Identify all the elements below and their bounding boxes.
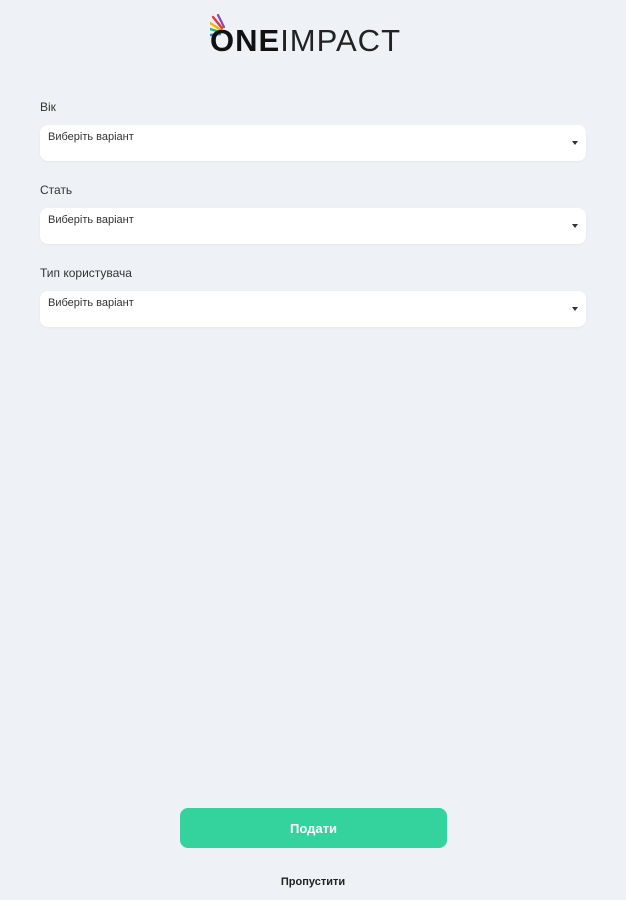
gender-field: Стать Виберіть варіант — [40, 182, 586, 244]
chevron-down-icon — [572, 141, 578, 145]
age-label: Вік — [40, 100, 56, 114]
user-type-label: Тип користувача — [40, 266, 132, 280]
chevron-down-icon — [572, 307, 578, 311]
user-type-field: Тип користувача Виберіть варіант — [40, 265, 586, 327]
user-type-select[interactable]: Виберіть варіант — [40, 291, 586, 327]
gender-select-value: Виберіть варіант — [48, 214, 134, 226]
user-type-select-value: Виберіть варіант — [48, 297, 134, 309]
oneimpact-logo: ONEIMPACT — [210, 14, 410, 60]
submit-button[interactable]: Подати — [180, 808, 447, 848]
gender-select[interactable]: Виберіть варіант — [40, 208, 586, 244]
logo-wordmark: ONEIMPACT — [210, 22, 401, 60]
chevron-down-icon — [572, 224, 578, 228]
age-select-value: Виберіть варіант — [48, 131, 134, 143]
gender-label: Стать — [40, 183, 73, 197]
skip-link[interactable]: Пропустити — [0, 875, 626, 889]
logo-impact-text: IMPACT — [280, 23, 401, 58]
logo-one-text: ONE — [210, 23, 281, 58]
age-select[interactable]: Виберіть варіант — [40, 125, 586, 161]
age-field: Вік Виберіть варіант — [40, 99, 586, 161]
